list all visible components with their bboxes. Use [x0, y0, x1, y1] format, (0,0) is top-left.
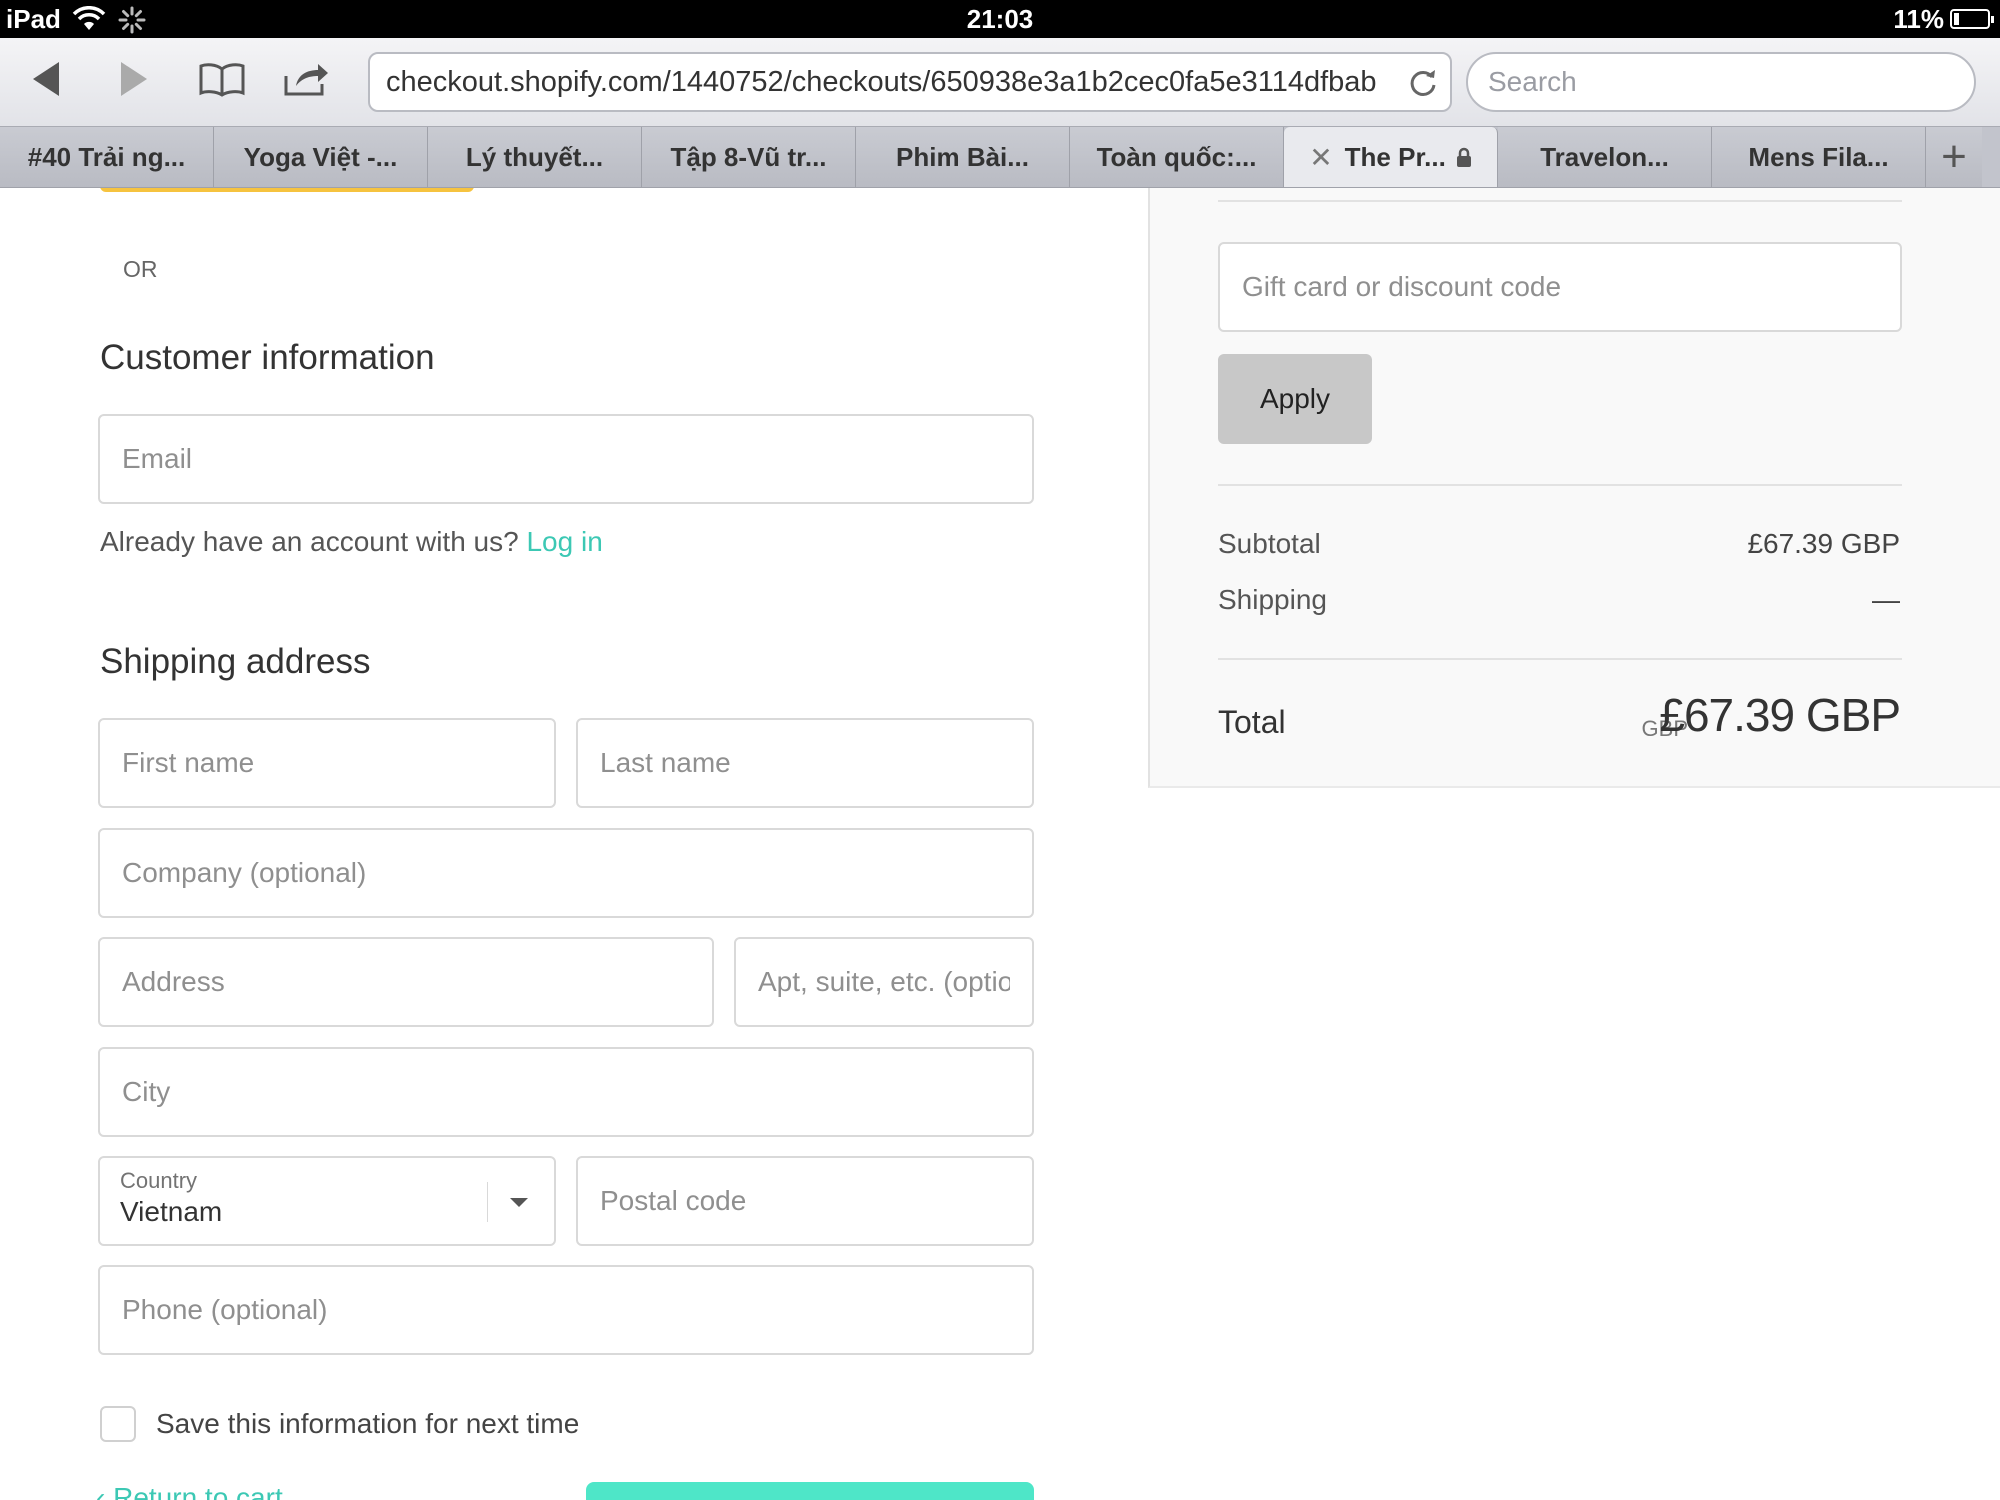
phone-input[interactable]: [100, 1267, 1032, 1353]
apply-button[interactable]: Apply: [1218, 354, 1372, 444]
company-input[interactable]: [100, 830, 1032, 916]
forward-arrow-icon: [121, 62, 147, 96]
checkout-page: OR Customer information Already have an …: [0, 188, 2000, 1500]
first-name-input[interactable]: [100, 720, 554, 806]
city-input[interactable]: [100, 1049, 1032, 1135]
phone-field: [98, 1265, 1034, 1355]
gift-card-input[interactable]: [1220, 244, 1900, 330]
browser-tab[interactable]: Toàn quốc:...: [1070, 127, 1284, 187]
bookmarks-button[interactable]: [196, 56, 248, 102]
postal-code-field: [576, 1156, 1034, 1246]
company-field: [98, 828, 1034, 918]
select-divider: [487, 1182, 488, 1222]
new-tab-button[interactable]: +: [1926, 127, 1982, 187]
browser-tab-active[interactable]: ✕ The Pr...: [1284, 127, 1498, 187]
battery-percentage: 11%: [1893, 4, 1944, 34]
tab-label: Phim Bài...: [896, 141, 1029, 172]
share-icon: [284, 64, 328, 96]
tab-label: #40 Trải ng...: [27, 141, 186, 172]
chevron-down-icon: [510, 1198, 528, 1207]
subtotal-value: £67.39 GBP: [1747, 528, 1900, 559]
last-name-field: [576, 718, 1034, 808]
tab-label: The Pr...: [1344, 141, 1446, 172]
save-info-label: Save this information for next time: [156, 1408, 580, 1439]
shipping-value: —: [1872, 584, 1900, 615]
divider: [1218, 484, 1902, 486]
url-text: checkout.shopify.com/1440752/checkouts/6…: [386, 66, 1377, 98]
shipping-address-title: Shipping address: [100, 642, 371, 681]
postal-code-input[interactable]: [578, 1158, 1032, 1244]
browser-tab[interactable]: Travelon...: [1498, 127, 1712, 187]
country-label: Country: [120, 1168, 198, 1193]
browser-toolbar: checkout.shopify.com/1440752/checkouts/6…: [0, 38, 2000, 126]
search-input[interactable]: [1488, 54, 1954, 110]
apt-input[interactable]: [736, 939, 1032, 1025]
city-field: [98, 1047, 1034, 1137]
browser-tab[interactable]: Yoga Việt -...: [214, 127, 428, 187]
shipping-label: Shipping: [1218, 584, 1327, 615]
email-input[interactable]: [100, 416, 1032, 502]
divider: [1218, 658, 1902, 660]
browser-tab[interactable]: Mens Fila...: [1712, 127, 1926, 187]
divider: [1218, 200, 1902, 202]
search-bar[interactable]: [1466, 52, 1976, 112]
close-tab-icon[interactable]: ✕: [1309, 141, 1332, 174]
order-summary: Apply Subtotal £67.39 GBP Shipping — Tot…: [1148, 188, 2000, 788]
lock-icon: [1456, 147, 1471, 167]
total-label: Total: [1218, 704, 1286, 740]
book-icon: [199, 63, 245, 97]
tab-label: Tập 8-Vũ tr...: [670, 141, 827, 172]
tab-label: Lý thuyết...: [465, 141, 604, 172]
first-name-field: [98, 718, 556, 808]
browser-tab[interactable]: Lý thuyết...: [428, 127, 642, 187]
browser-tab[interactable]: #40 Trải ng...: [0, 127, 214, 187]
login-link[interactable]: Log in: [526, 526, 602, 557]
customer-info-title: Customer information: [100, 338, 435, 377]
browser-tab[interactable]: Phim Bài...: [856, 127, 1070, 187]
country-value: Vietnam: [120, 1196, 223, 1227]
battery-icon: [1950, 9, 1994, 29]
browser-tab[interactable]: Tập 8-Vũ tr...: [642, 127, 856, 187]
or-divider-label: OR: [123, 256, 158, 282]
email-field: [98, 414, 1034, 504]
back-arrow-icon: [33, 62, 59, 96]
express-pay-button[interactable]: [100, 188, 474, 192]
tab-bar: #40 Trải ng... Yoga Việt -... Lý thuyết.…: [0, 126, 2000, 188]
last-name-input[interactable]: [578, 720, 1032, 806]
clock: 21:03: [966, 4, 1034, 34]
share-button[interactable]: [280, 56, 332, 102]
status-bar: iPad 21:03 11%: [0, 0, 2000, 38]
country-select[interactable]: Country Vietnam: [98, 1156, 556, 1246]
forward-button[interactable]: [108, 56, 160, 102]
tab-label: Travelon...: [1540, 141, 1669, 172]
reload-icon[interactable]: [1408, 68, 1438, 98]
account-prompt: Already have an account with us? Log in: [100, 526, 603, 558]
save-info-checkbox[interactable]: [100, 1406, 136, 1442]
tab-label: Mens Fila...: [1748, 141, 1889, 172]
subtotal-label: Subtotal: [1218, 528, 1321, 559]
back-button[interactable]: [20, 56, 72, 102]
plus-icon: +: [1941, 132, 1967, 181]
address-field: [98, 937, 714, 1027]
save-info-row: Save this information for next time: [100, 1406, 579, 1442]
tab-label: Toàn quốc:...: [1096, 141, 1257, 172]
address-input[interactable]: [100, 939, 712, 1025]
url-bar[interactable]: checkout.shopify.com/1440752/checkouts/6…: [368, 52, 1452, 112]
gift-card-field: [1218, 242, 1902, 332]
account-prompt-text: Already have an account with us?: [100, 526, 519, 557]
continue-button[interactable]: [586, 1482, 1034, 1500]
total-value: £67.39 GBP: [1659, 689, 1901, 741]
return-to-cart-link[interactable]: ‹ Return to cart: [96, 1482, 283, 1500]
tab-label: Yoga Việt -...: [243, 141, 398, 172]
apt-field: [734, 937, 1034, 1027]
